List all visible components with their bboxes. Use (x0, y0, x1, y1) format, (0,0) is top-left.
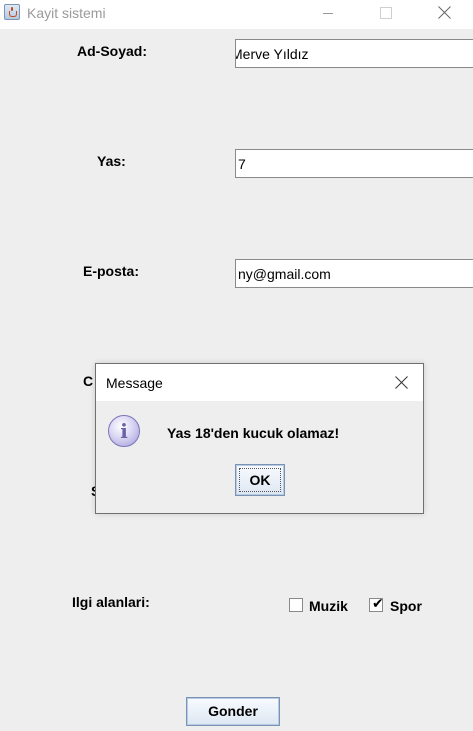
muzik-checkbox[interactable] (289, 598, 303, 612)
dialog-title: Message (106, 375, 163, 391)
ad-soyad-input[interactable]: Merve Yıldız (235, 39, 473, 68)
yas-label: Yas: (97, 153, 126, 169)
java-app-icon (4, 4, 20, 20)
ad-soyad-label: Ad-Soyad: (77, 43, 147, 59)
minimize-icon[interactable] (305, 0, 351, 29)
info-icon: i (108, 415, 140, 447)
focus-ring (239, 468, 281, 492)
yas-input[interactable]: 7 (235, 149, 473, 178)
gonder-button[interactable]: Gonder (186, 697, 280, 726)
ok-button[interactable]: OK (235, 464, 285, 496)
message-dialog: Message i Yas 18'den kucuk olamaz! OK (95, 363, 424, 514)
eposta-label: E-posta: (83, 263, 139, 279)
partially-hidden-label-c: C (83, 373, 94, 389)
close-icon[interactable] (421, 0, 467, 29)
dialog-close-icon[interactable] (388, 373, 418, 393)
spor-checkbox[interactable]: ✔ (369, 596, 384, 612)
maximize-icon[interactable] (363, 0, 409, 29)
title-bar: Kayit sistemi (0, 0, 473, 29)
checkmark-icon: ✔ (372, 596, 384, 612)
window-title: Kayit sistemi (27, 5, 106, 21)
ilgi-alanlari-label: Ilgi alanlari: (72, 594, 150, 610)
eposta-input[interactable]: ny@gmail.com (235, 259, 473, 288)
dialog-title-bar: Message (96, 364, 423, 401)
dialog-message: Yas 18'den kucuk olamaz! (167, 425, 340, 441)
muzik-label: Muzik (309, 598, 348, 614)
spor-label: Spor (390, 598, 422, 614)
